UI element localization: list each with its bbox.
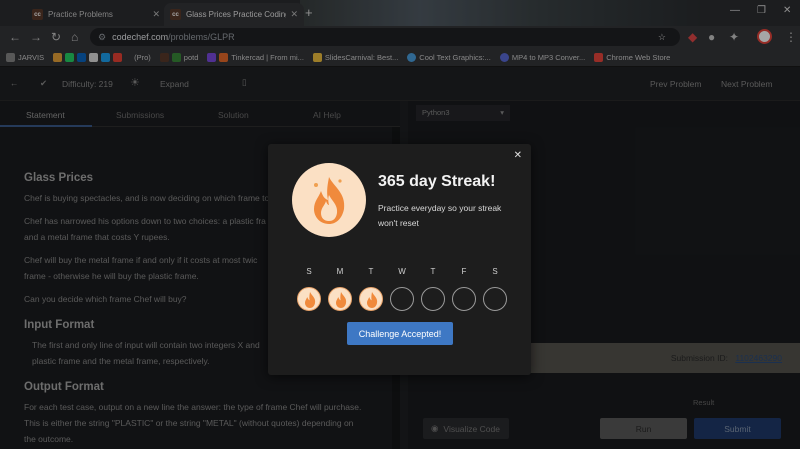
day-label: T [430, 267, 436, 276]
day-label: W [398, 267, 406, 276]
streak-modal: ✕ 365 day Streak! Practice everyday so y… [268, 144, 531, 375]
day-flame-icon [297, 287, 321, 311]
day-label: M [336, 267, 344, 276]
day-empty-circle [390, 287, 414, 311]
modal-close-icon[interactable]: ✕ [514, 150, 522, 161]
day-label: S [492, 267, 498, 276]
flame-icon [314, 177, 345, 224]
flame-badge-icon [292, 163, 366, 237]
day-empty-circle [421, 287, 445, 311]
challenge-accepted-button[interactable]: Challenge Accepted! [347, 322, 453, 345]
day-label: T [368, 267, 374, 276]
day-flame-icon [359, 287, 383, 311]
day-label: F [461, 267, 467, 276]
day-label: S [306, 267, 312, 276]
day-flame-icon [328, 287, 352, 311]
streak-subtitle: Practice everyday so your streak won't r… [378, 203, 502, 228]
streak-title: 365 day Streak! [378, 173, 496, 190]
day-empty-circle [483, 287, 507, 311]
day-empty-circle [452, 287, 476, 311]
